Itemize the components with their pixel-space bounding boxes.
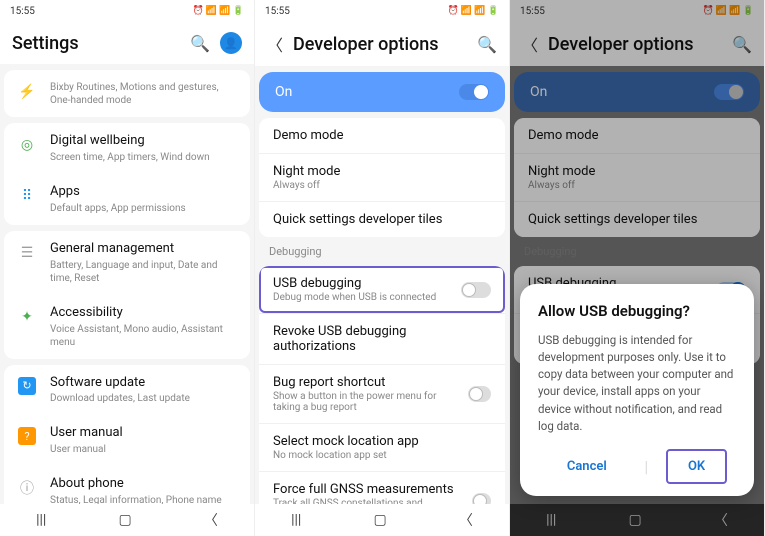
nav-recent[interactable]: ||| (291, 512, 301, 528)
usb-debugging-toggle[interactable] (461, 282, 491, 298)
nav-bar: ||| ▢ 〈 (0, 504, 254, 536)
row-night-mode: Night mode Always off (514, 153, 760, 201)
back-icon: 〈 (522, 32, 538, 56)
info-icon: ⓘ (17, 478, 37, 498)
page-title: Developer options (293, 34, 467, 55)
row-mock-location[interactable]: Select mock location app No mock locatio… (259, 423, 505, 471)
advanced-icon: ⚡ (17, 82, 37, 102)
row-quick-settings-tiles[interactable]: Quick settings developer tiles (259, 201, 505, 237)
row-bixby[interactable]: ⚡ Bixby Routines, Motions and gestures, … (4, 70, 250, 117)
header: Settings 🔍 👤 (0, 22, 254, 64)
update-icon: ↻ (18, 377, 36, 395)
nav-home[interactable]: ▢ (119, 512, 132, 528)
page-title: Settings (12, 33, 180, 54)
status-bar: 15:55 ⏰ 📶 📶 🔋 (0, 0, 254, 22)
manual-icon: ? (18, 427, 36, 445)
nav-back[interactable]: 〈 (204, 510, 218, 530)
row-night-mode[interactable]: Night mode Always off (259, 153, 505, 201)
usb-debugging-dialog: Allow USB debugging? USB debugging is in… (520, 284, 754, 497)
master-toggle (714, 84, 744, 100)
dialog-title: Allow USB debugging? (538, 302, 736, 320)
on-label: On (530, 84, 547, 100)
master-toggle[interactable] (459, 84, 489, 100)
status-bar: 15:55 ⏰ 📶 📶 🔋 (255, 0, 509, 22)
page-title: Developer options (548, 34, 722, 55)
section-debugging: Debugging (255, 237, 509, 262)
bug-report-toggle[interactable] (468, 386, 491, 402)
search-icon[interactable]: 🔍 (477, 35, 497, 54)
nav-home[interactable]: ▢ (629, 512, 642, 528)
master-toggle-row: On (514, 72, 760, 112)
nav-recent[interactable]: ||| (36, 512, 46, 528)
management-icon: ☰ (17, 243, 37, 263)
panel-settings: 15:55 ⏰ 📶 📶 🔋 Settings 🔍 👤 ⚡ Bixby Routi… (0, 0, 255, 536)
master-toggle-row[interactable]: On (259, 72, 505, 112)
back-icon[interactable]: 〈 (267, 32, 283, 56)
header: 〈 Developer options 🔍 (255, 22, 509, 66)
row-revoke-usb[interactable]: Revoke USB debugging authorizations (259, 313, 505, 364)
profile-icon[interactable]: 👤 (220, 32, 242, 54)
search-icon[interactable]: 🔍 (190, 34, 210, 53)
ok-button[interactable]: OK (666, 449, 727, 484)
on-label: On (275, 84, 292, 100)
accessibility-icon: ✦ (17, 307, 37, 327)
row-bug-report-shortcut[interactable]: Bug report shortcut Show a button in the… (259, 364, 505, 423)
row-apps[interactable]: ⠿ Apps Default apps, App permissions (4, 174, 250, 225)
nav-back[interactable]: 〈 (459, 510, 473, 530)
row-general-management[interactable]: ☰ General management Battery, Language a… (4, 231, 250, 295)
row-demo-mode: Demo mode (514, 118, 760, 153)
search-icon: 🔍 (732, 35, 752, 54)
clock: 15:55 (520, 6, 545, 17)
status-indicators: ⏰ 📶 📶 🔋 (447, 6, 499, 16)
clock: 15:55 (10, 6, 35, 17)
clock: 15:55 (265, 6, 290, 17)
header: 〈 Developer options 🔍 (510, 22, 764, 66)
row-user-manual[interactable]: ? User manual User manual (4, 415, 250, 466)
row-software-update[interactable]: ↻ Software update Download updates, Last… (4, 365, 250, 416)
cancel-button[interactable]: Cancel (547, 451, 627, 482)
nav-bar: ||| ▢ 〈 (255, 504, 509, 536)
status-indicators: ⏰ 📶 📶 🔋 (702, 6, 754, 16)
status-bar: 15:55 ⏰ 📶 📶 🔋 (510, 0, 764, 22)
dialog-body: USB debugging is intended for developmen… (538, 332, 736, 436)
row-accessibility[interactable]: ✦ Accessibility Voice Assistant, Mono au… (4, 295, 250, 359)
apps-icon: ⠿ (17, 186, 37, 206)
status-indicators: ⏰ 📶 📶 🔋 (192, 6, 244, 16)
nav-bar: ||| ▢ 〈 (510, 504, 764, 536)
section-debugging: Debugging (510, 237, 764, 262)
row-quick-settings-tiles: Quick settings developer tiles (514, 201, 760, 237)
row-usb-debugging[interactable]: USB debugging Debug mode when USB is con… (259, 266, 505, 313)
wellbeing-icon: ◎ (17, 135, 37, 155)
nav-home[interactable]: ▢ (374, 512, 387, 528)
panel-usb-dialog: 15:55 ⏰ 📶 📶 🔋 〈 Developer options 🔍 On D… (510, 0, 765, 536)
nav-back[interactable]: 〈 (714, 510, 728, 530)
row-demo-mode[interactable]: Demo mode (259, 118, 505, 153)
nav-recent[interactable]: ||| (546, 512, 556, 528)
panel-developer-options: 15:55 ⏰ 📶 📶 🔋 〈 Developer options 🔍 On D… (255, 0, 510, 536)
row-digital-wellbeing[interactable]: ◎ Digital wellbeing Screen time, App tim… (4, 123, 250, 174)
